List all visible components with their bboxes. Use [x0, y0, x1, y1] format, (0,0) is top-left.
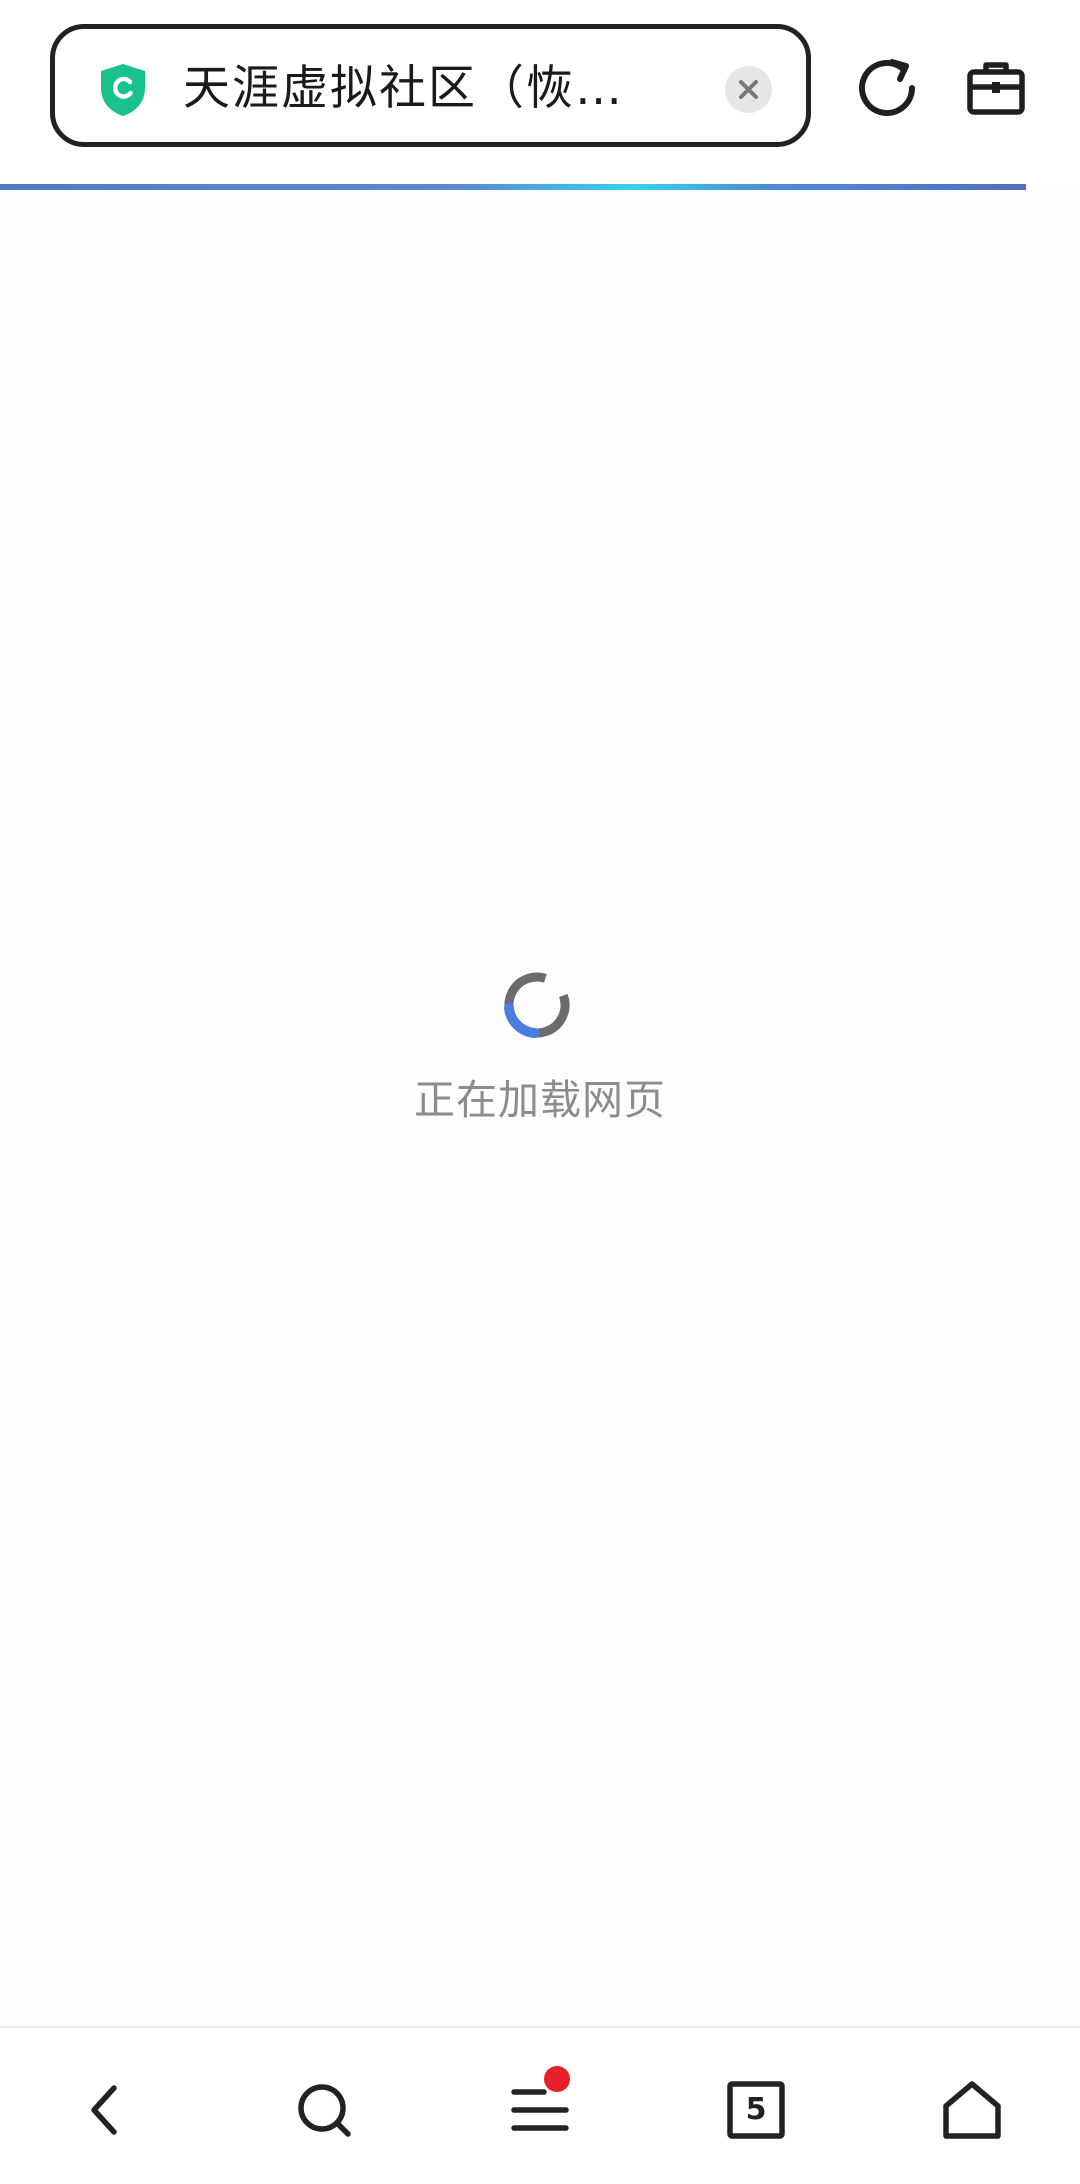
- menu-button[interactable]: [504, 2066, 576, 2146]
- page-load-progress-bar: [0, 184, 1026, 190]
- address-bar[interactable]: 天涯虚拟社区（恢…: [50, 24, 811, 147]
- notification-dot: [544, 2066, 570, 2092]
- chevron-left-icon[interactable]: [72, 2074, 144, 2146]
- search-icon[interactable]: [288, 2074, 360, 2146]
- top-bar: 天涯虚拟社区（恢…: [0, 0, 1080, 190]
- page-title[interactable]: 天涯虚拟社区（恢…: [183, 57, 643, 121]
- home-icon[interactable]: [936, 2074, 1008, 2146]
- tabs-count: 5: [745, 2092, 767, 2127]
- refresh-icon[interactable]: [856, 56, 920, 120]
- clear-button[interactable]: [725, 66, 772, 113]
- tabs-button[interactable]: 5: [720, 2074, 792, 2146]
- shield-icon[interactable]: [97, 62, 149, 118]
- bottom-navigation: 5: [0, 2026, 1080, 2184]
- close-icon[interactable]: [725, 66, 772, 113]
- loading-message: 正在加载网页: [414, 1076, 666, 1124]
- browser-page: 天涯虚拟社区（恢… 正在加载网页 5: [0, 0, 1080, 2184]
- search-button[interactable]: [288, 2074, 360, 2146]
- toolbox-icon[interactable]: [964, 56, 1028, 120]
- back-button[interactable]: [72, 2074, 144, 2146]
- home-button[interactable]: [936, 2074, 1008, 2146]
- spinner-icon: [504, 972, 570, 1038]
